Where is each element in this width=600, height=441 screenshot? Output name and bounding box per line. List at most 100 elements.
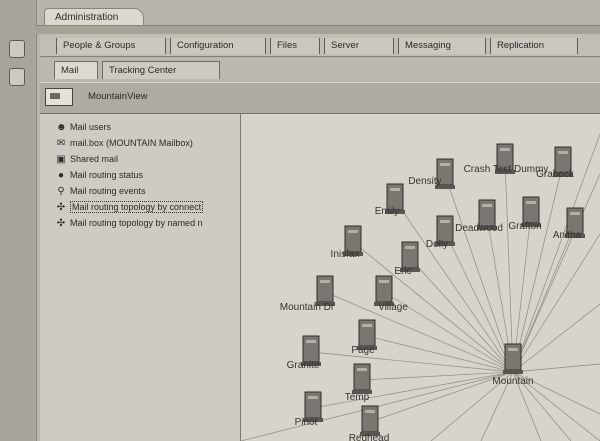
nav-item-topology-connection[interactable]: ✣ Mail routing topology by connect bbox=[56, 200, 240, 214]
server-nodes: DensityCrash Test DummyGrabeckEmilyDeadw… bbox=[280, 143, 585, 441]
tab-server[interactable]: Server bbox=[324, 38, 394, 54]
server-node-temp[interactable]: Temp bbox=[345, 363, 372, 403]
nav-item-label: Mail routing events bbox=[70, 186, 146, 196]
nav-item-shared-mail[interactable]: ▣ Shared mail bbox=[56, 152, 118, 166]
server-base bbox=[503, 370, 523, 374]
topology-icon: ✣ bbox=[56, 201, 66, 213]
tab-replication[interactable]: Replication bbox=[490, 38, 578, 54]
server-icon bbox=[522, 196, 540, 224]
server-icon bbox=[304, 391, 322, 419]
server-node-grafton[interactable]: Grafton bbox=[508, 196, 542, 232]
server-label: Page bbox=[351, 345, 375, 356]
tab-people-groups[interactable]: People & Groups bbox=[56, 38, 166, 54]
server-icon bbox=[353, 363, 371, 391]
server-label: Grafton bbox=[508, 221, 541, 232]
connection-line bbox=[324, 291, 514, 373]
server-label: Eric bbox=[394, 266, 411, 277]
database-icon[interactable] bbox=[9, 68, 25, 86]
mail-users-icon: ☻ bbox=[56, 121, 67, 133]
connection-line bbox=[512, 223, 576, 373]
connection-line bbox=[512, 303, 600, 373]
nav-item-label: Mail routing topology by named n bbox=[70, 218, 203, 228]
server-drive-bay bbox=[320, 280, 330, 283]
bookmark-icon[interactable] bbox=[9, 40, 25, 58]
server-drive-bay bbox=[526, 201, 536, 204]
server-drive-bay bbox=[508, 348, 518, 351]
server-drive-bay bbox=[440, 220, 450, 223]
window-title-tab[interactable]: Administration bbox=[44, 8, 144, 26]
server-drive-bay bbox=[482, 204, 492, 207]
server-drive-bay bbox=[405, 246, 415, 249]
title-bar bbox=[36, 25, 600, 34]
connection-line bbox=[310, 351, 514, 373]
subtab-tracking-center[interactable]: Tracking Center bbox=[102, 61, 220, 79]
server-drive-bay bbox=[570, 212, 580, 215]
server-drive-bay bbox=[362, 324, 372, 327]
server-label: Granite bbox=[287, 360, 320, 371]
server-node-emily[interactable]: Emily bbox=[375, 183, 405, 217]
server-icon bbox=[358, 319, 376, 347]
server-label: Mountain bbox=[492, 376, 533, 387]
left-gutter bbox=[0, 0, 37, 441]
nav-item-routing-status[interactable]: ● Mail routing status bbox=[56, 168, 143, 182]
server-icon bbox=[504, 343, 522, 371]
sub-tab-bar: Mail Tracking Center bbox=[40, 58, 600, 80]
server-icon bbox=[375, 275, 393, 303]
window-title: Administration bbox=[55, 12, 119, 23]
server-drive-bay bbox=[500, 148, 510, 151]
server-drive-bay bbox=[357, 368, 367, 371]
domain-icon bbox=[45, 88, 73, 106]
server-node-pinot[interactable]: Pinot bbox=[295, 391, 323, 428]
server-drive-bay bbox=[379, 280, 389, 283]
topology-svg: DensityCrash Test DummyGrabeckEmilyDeadw… bbox=[241, 133, 600, 441]
subtab-mail[interactable]: Mail bbox=[54, 61, 98, 79]
server-label: Emily bbox=[375, 206, 399, 217]
server-drive-bay bbox=[390, 188, 400, 191]
nav-item-routing-events[interactable]: ⚲ Mail routing events bbox=[56, 184, 146, 198]
server-label: Pinot bbox=[295, 417, 318, 428]
server-node-mountain-dr[interactable]: Mountain Dr bbox=[280, 275, 335, 313]
nav-item-mailbox[interactable]: ✉ mail.box (MOUNTAIN Mailbox) bbox=[56, 136, 193, 150]
server-label: Temp bbox=[345, 392, 370, 403]
nav-item-label: Shared mail bbox=[70, 154, 119, 164]
nav-item-label: Mail routing topology by connect bbox=[70, 201, 204, 213]
server-drive-bay bbox=[365, 410, 375, 413]
server-icon bbox=[316, 275, 334, 303]
connection-line bbox=[512, 162, 564, 373]
tab-files[interactable]: Files bbox=[270, 38, 320, 54]
server-node-density[interactable]: Density bbox=[408, 158, 455, 189]
tab-configuration[interactable]: Configuration bbox=[170, 38, 266, 54]
server-node-deadwood[interactable]: Deadwood bbox=[455, 199, 503, 234]
routing-status-icon: ● bbox=[57, 169, 65, 181]
server-node-redhead[interactable]: Redhead bbox=[349, 405, 390, 441]
server-drive-bay bbox=[308, 396, 318, 399]
server-label: Density bbox=[408, 176, 441, 187]
server-label: Village bbox=[378, 302, 408, 313]
mailbox-icon: ✉ bbox=[56, 137, 66, 149]
tab-messaging[interactable]: Messaging bbox=[398, 38, 486, 54]
nav-item-topology-named[interactable]: ✣ Mail routing topology by named n bbox=[56, 216, 240, 230]
server-label: Inisfax bbox=[331, 249, 360, 260]
server-icon bbox=[401, 241, 419, 269]
connection-line bbox=[409, 257, 514, 373]
server-label: Grabeck bbox=[536, 169, 575, 180]
server-node-page[interactable]: Page bbox=[351, 319, 377, 356]
server-label: Mountain Dr bbox=[280, 302, 335, 313]
server-node-inisfax[interactable]: Inisfax bbox=[331, 225, 363, 260]
server-node-eric[interactable]: Eric bbox=[394, 241, 420, 277]
server-drive-bay bbox=[440, 163, 450, 166]
server-drive-bay bbox=[558, 151, 568, 154]
server-label: Dolly bbox=[426, 239, 448, 250]
nav-item-mail-users[interactable]: ☻ Mail users bbox=[56, 120, 111, 134]
main-tab-bar: People & Groups Configuration Files Serv… bbox=[40, 34, 600, 57]
topology-named-icon: ✣ bbox=[56, 217, 66, 229]
server-node-anitha[interactable]: Anitha bbox=[553, 207, 585, 241]
nav-item-label: Mail routing status bbox=[70, 170, 144, 180]
server-node-granite[interactable]: Granite bbox=[287, 335, 321, 371]
connection-line bbox=[504, 159, 514, 373]
server-label: Deadwood bbox=[455, 223, 503, 234]
connection-line bbox=[512, 363, 600, 373]
server-node-village[interactable]: Village bbox=[374, 275, 408, 313]
server-node-dolly[interactable]: Dolly bbox=[426, 215, 455, 250]
server-label: Redhead bbox=[349, 433, 390, 441]
